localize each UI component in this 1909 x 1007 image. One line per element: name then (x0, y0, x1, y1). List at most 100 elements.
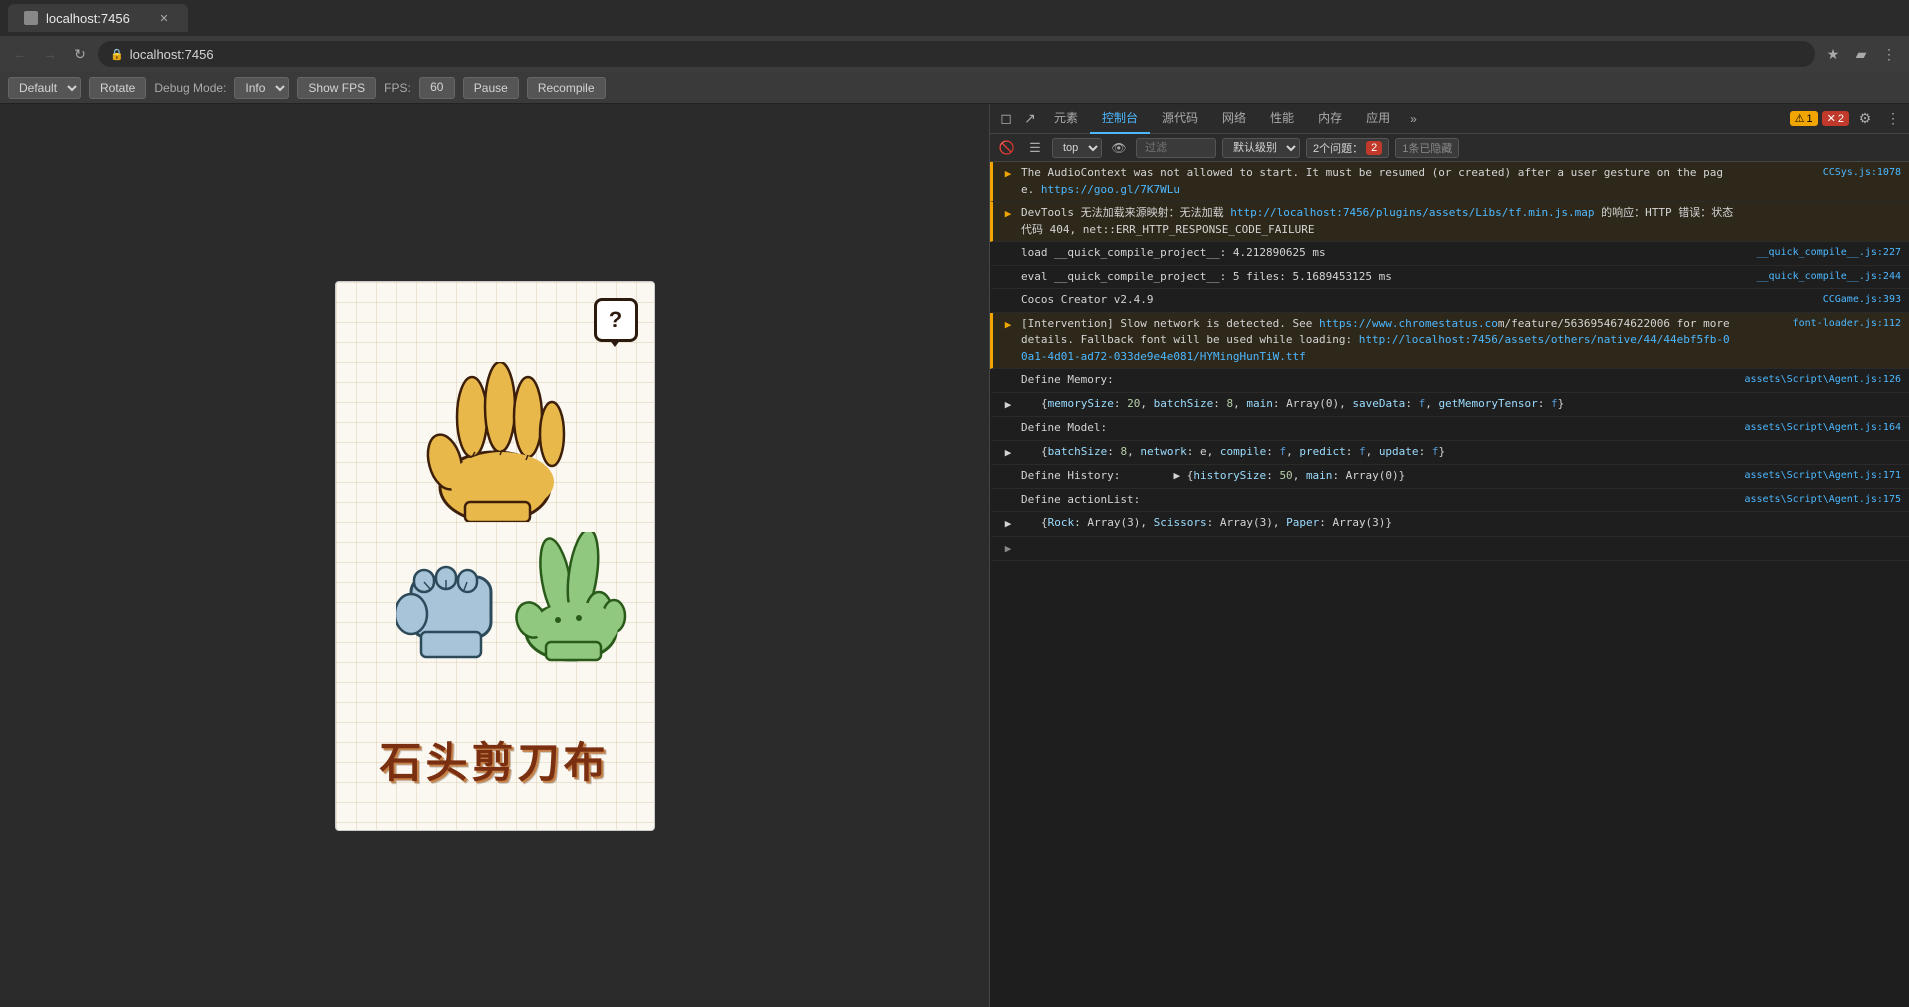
show-fps-button[interactable]: Show FPS (297, 77, 376, 99)
tab-title: localhost:7456 (46, 11, 130, 26)
extensions-button[interactable]: ▰ (1849, 42, 1873, 66)
more-options-button[interactable]: ⋮ (1877, 42, 1901, 66)
msg-content-5: Cocos Creator v2.4.9 (1021, 292, 1735, 309)
active-tab[interactable]: localhost:7456 ✕ (8, 4, 188, 32)
history-inline: ▶ {historySize: 50, main: Array(0)} (1173, 469, 1405, 482)
tab-close-button[interactable]: ✕ (156, 10, 172, 26)
lock-icon: 🔒 (110, 48, 124, 61)
msg-link-6b[interactable]: http://localhost:7456/assets/others/nati… (1021, 333, 1730, 363)
issues-error-count: 2 (1366, 141, 1382, 155)
bookmark-star-button[interactable]: ★ (1821, 42, 1845, 66)
msg-source-11[interactable]: assets\Script\Agent.js:171 (1741, 468, 1901, 483)
browser-chrome: localhost:7456 ✕ ← → ↻ 🔒 localhost:7456 … (0, 0, 1909, 72)
msg-source-7[interactable]: assets\Script\Agent.js:126 (1741, 372, 1901, 387)
msg-source-1[interactable]: CCSys.js:1078 (1741, 165, 1901, 180)
rotate-button[interactable]: Rotate (89, 77, 146, 99)
help-icon: ? (609, 307, 622, 333)
devtools-undock-button[interactable]: ↗ (1018, 107, 1042, 131)
console-msg-4: eval __quick_compile_project__: 5 files:… (990, 266, 1909, 290)
tab-sources[interactable]: 源代码 (1150, 104, 1210, 134)
back-button[interactable]: ← (8, 42, 32, 66)
msg-link-1[interactable]: https://goo.gl/7K7WLu (1041, 183, 1180, 196)
game-card[interactable]: ? (335, 281, 655, 831)
msg-link-2[interactable]: http://localhost:7456/plugins/assets/Lib… (1230, 206, 1594, 219)
nav-actions: ★ ▰ ⋮ (1821, 42, 1901, 66)
hand-paper (420, 362, 570, 522)
tab-memory[interactable]: 内存 (1306, 104, 1354, 134)
address-bar[interactable]: 🔒 localhost:7456 (98, 41, 1815, 67)
msg-source-12[interactable]: assets\Script\Agent.js:175 (1741, 492, 1901, 507)
msg-link-6a[interactable]: https://www.chromestatus.co (1319, 317, 1498, 330)
msg-source-4[interactable]: __quick_compile__.js:244 (1741, 269, 1901, 284)
console-msg-10: ▶ {batchSize: 8, network: e, compile: f,… (990, 441, 1909, 466)
rock-hand-svg (396, 542, 506, 662)
msg-source-6[interactable]: font-loader.js:112 (1741, 316, 1901, 331)
tab-application[interactable]: 应用 (1354, 104, 1402, 134)
settings-button[interactable]: ⚙ (1853, 107, 1877, 131)
expand-icon-10[interactable]: ▶ (1001, 445, 1015, 462)
msg-content-9: Define Model: (1021, 420, 1735, 437)
msg-content-2: DevTools 无法加载来源映射：无法加载 http://localhost:… (1021, 205, 1735, 238)
tab-elements[interactable]: 元素 (1042, 104, 1090, 134)
tab-console[interactable]: 控制台 (1090, 104, 1150, 134)
msg-content-1: The AudioContext was not allowed to star… (1021, 165, 1735, 198)
scissors-hand-svg (511, 532, 631, 662)
console-msg-6: ▶ [Intervention] Slow network is detecte… (990, 313, 1909, 370)
tab-bar: localhost:7456 ✕ (0, 0, 1909, 36)
hand-rock (396, 542, 506, 662)
warning-badge: ⚠ 1 (1790, 111, 1818, 126)
game-title: 石头剪刀布 (379, 729, 609, 790)
main-content: ? (0, 104, 1909, 1007)
console-messages: ▶ The AudioContext was not allowed to st… (990, 162, 1909, 1007)
pause-button[interactable]: Pause (463, 77, 519, 99)
console-msg-7: Define Memory: assets\Script\Agent.js:12… (990, 369, 1909, 393)
eye-button[interactable]: 👁 (1108, 137, 1130, 159)
msg-content-8: {memorySize: 20, batchSize: 8, main: Arr… (1021, 396, 1735, 413)
tab-network[interactable]: 网络 (1210, 104, 1258, 134)
issues-label: 2个问题： (1313, 140, 1363, 156)
recompile-button[interactable]: Recompile (527, 77, 606, 99)
clear-console-button[interactable]: 🚫 (996, 137, 1018, 159)
msg-text-10: {batchSize: 8, network: e, compile: f, p… (1041, 445, 1445, 458)
msg-source-5[interactable]: CCGame.js:393 (1741, 292, 1901, 307)
console-msg-5: Cocos Creator v2.4.9 CCGame.js:393 (990, 289, 1909, 313)
console-msg-8: ▶ {memorySize: 20, batchSize: 8, main: A… (990, 393, 1909, 418)
canvas-area: ? (0, 104, 989, 1007)
more-options-devtools-button[interactable]: ⋮ (1881, 107, 1905, 131)
expand-icon-13[interactable]: ▶ (1001, 516, 1015, 533)
console-msg-13: ▶ {Rock: Array(3), Scissors: Array(3), P… (990, 512, 1909, 537)
expand-icon-8[interactable]: ▶ (1001, 397, 1015, 414)
console-msg-2: ▶ DevTools 无法加载来源映射：无法加载 http://localhos… (990, 202, 1909, 242)
more-tabs-button[interactable]: » (1402, 108, 1425, 130)
reload-button[interactable]: ↻ (68, 42, 92, 66)
console-msg-9: Define Model: assets\Script\Agent.js:164 (990, 417, 1909, 441)
msg-content-6: [Intervention] Slow network is detected.… (1021, 316, 1735, 366)
warning-icon-2: ▶ (1001, 206, 1015, 223)
warning-icon: ⚠ (1795, 112, 1805, 125)
console-msg-3: load __quick_compile_project__: 4.212890… (990, 242, 1909, 266)
msg-source-9[interactable]: assets\Script\Agent.js:164 (1741, 420, 1901, 435)
console-filter-button[interactable]: ☰ (1024, 137, 1046, 159)
msg-text-8: {memorySize: 20, batchSize: 8, main: Arr… (1041, 397, 1564, 410)
msg-content-4: eval __quick_compile_project__: 5 files:… (1021, 269, 1735, 286)
tab-favicon (24, 11, 38, 25)
tab-performance[interactable]: 性能 (1258, 104, 1306, 134)
help-button[interactable]: ? (594, 298, 638, 342)
devtools-panel: ◻ ↗ 元素 控制台 源代码 网络 性能 内存 应用 » ⚠ 1 ✕ 2 ⚙ ⋮ (989, 104, 1909, 1007)
devtools-dock-button[interactable]: ◻ (994, 107, 1018, 131)
msg-source-3[interactable]: __quick_compile__.js:227 (1741, 245, 1901, 260)
preset-select[interactable]: Default (8, 77, 81, 99)
level-select[interactable]: 默认级别 (1222, 138, 1300, 158)
top-context-select[interactable]: top (1052, 138, 1102, 158)
warning-icon-6: ▶ (1001, 317, 1015, 334)
msg-content-12: Define actionList: (1021, 492, 1735, 509)
cocos-toolbar: Default Rotate Debug Mode: Info Show FPS… (0, 72, 1909, 104)
devtools-tab-icons: ⚠ 1 ✕ 2 ⚙ ⋮ (1790, 107, 1905, 131)
filter-input[interactable] (1136, 138, 1216, 158)
expand-icon-14[interactable]: ▶ (1001, 541, 1015, 558)
forward-button[interactable]: → (38, 42, 62, 66)
warning-icon-1: ▶ (1001, 166, 1015, 183)
debug-mode-select[interactable]: Info (234, 77, 289, 99)
msg-content-7: Define Memory: (1021, 372, 1735, 389)
devtools-tabs-bar: ◻ ↗ 元素 控制台 源代码 网络 性能 内存 应用 » ⚠ 1 ✕ 2 ⚙ ⋮ (990, 104, 1909, 134)
